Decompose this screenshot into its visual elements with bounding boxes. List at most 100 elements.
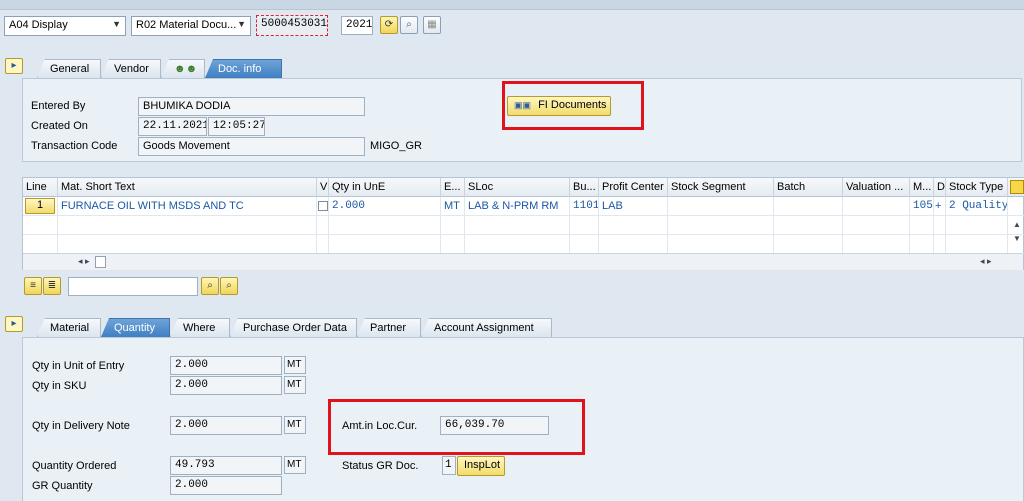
transaction-code-label: Transaction Code — [31, 140, 118, 152]
created-on-time-field: 12:05:27 — [208, 117, 265, 136]
created-on-date-field: 22.11.2021 — [138, 117, 207, 136]
chevron-down-icon: ▼ — [112, 19, 121, 29]
col-qty[interactable]: Qty in UnE — [329, 178, 441, 197]
status-gr-label: Status GR Doc. — [342, 460, 419, 472]
qty-delivery-note-label: Qty in Delivery Note — [32, 420, 130, 432]
transaction-code-field: Goods Movement — [138, 137, 365, 156]
reference-dropdown[interactable]: R02 Material Docu... ▼ — [131, 16, 251, 36]
qty-sku-unit: MT — [284, 376, 306, 394]
table-row[interactable]: 1 FURNACE OIL WITH MSDS AND TC 2.000 MT … — [23, 197, 1024, 216]
document-year-input[interactable]: 2021 — [341, 16, 373, 35]
col-sloc[interactable]: SLoc — [465, 178, 570, 197]
binoculars-icon[interactable]: ⌕ — [400, 16, 418, 34]
settings-icon[interactable]: ▦ — [423, 16, 441, 34]
row-unit: MT — [441, 197, 465, 216]
row-stock-type: 2 Quality — [946, 197, 1008, 216]
horizontal-scrollbar[interactable]: ◂ ▸ ◂ ▸ — [23, 253, 1023, 270]
fi-documents-label: FI Documents — [538, 99, 607, 111]
execute-icon[interactable]: ⟳ — [380, 16, 398, 34]
created-on-label: Created On — [31, 120, 88, 132]
amount-label: Amt.in Loc.Cur. — [342, 420, 418, 432]
deselect-all-icon[interactable]: ≣ — [43, 277, 61, 295]
scroll-thumb[interactable] — [95, 256, 106, 268]
qty-sku-field: 2.000 — [170, 376, 282, 395]
col-stock-segment[interactable]: Stock Segment — [668, 178, 774, 197]
reference-value: R02 Material Docu... — [136, 19, 237, 31]
qty-ordered-field: 49.793 — [170, 456, 282, 475]
qty-entry-field: 2.000 — [170, 356, 282, 375]
col-d[interactable]: D — [934, 178, 946, 197]
action-value: A04 Display — [9, 19, 68, 31]
amount-field: 66,039.70 — [440, 416, 549, 435]
qty-ordered-label: Quantity Ordered — [32, 460, 117, 472]
transaction-code-value: MIGO_GR — [370, 140, 422, 152]
entered-by-label: Entered By — [31, 100, 86, 112]
row-bu: 1101 — [570, 197, 599, 216]
column-settings-icon[interactable] — [1010, 180, 1024, 194]
qty-entry-unit: MT — [284, 356, 306, 374]
chevron-down-icon: ▼ — [237, 19, 246, 29]
row-sloc: LAB & N-PRM RM — [465, 197, 570, 216]
col-movement[interactable]: M... — [910, 178, 934, 197]
row-short-text: FURNACE OIL WITH MSDS AND TC — [58, 197, 317, 216]
col-line[interactable]: Line — [23, 178, 58, 197]
col-profit-center[interactable]: Profit Center — [599, 178, 668, 197]
gr-quantity-label: GR Quantity — [32, 480, 93, 492]
tab-purchase-order-data[interactable]: Purchase Order Data — [230, 318, 357, 337]
grid-search-input[interactable] — [68, 277, 198, 296]
documents-icon: ▣▣ — [514, 100, 532, 110]
col-short-text[interactable]: Mat. Short Text — [58, 178, 317, 197]
tab-where[interactable]: Where — [170, 318, 230, 337]
select-all-icon[interactable]: ≡ — [24, 277, 42, 295]
find-next-icon[interactable]: ⌕ — [220, 277, 238, 295]
document-number-input[interactable]: 5000453031 — [256, 15, 328, 36]
table-row — [23, 216, 1024, 235]
people-icon: ☻☻ — [174, 63, 198, 75]
tab-doc-info[interactable]: Doc. info — [205, 59, 282, 78]
table-row — [23, 235, 1024, 254]
row-movement: 105 — [910, 197, 934, 216]
row-d: + — [934, 197, 946, 216]
row-batch — [774, 197, 843, 216]
tab-partners[interactable]: ☻☻ — [161, 59, 205, 78]
row-valuation — [843, 197, 910, 216]
items-grid: Line Mat. Short Text V Qty in UnE E... S… — [22, 177, 1024, 270]
qty-ordered-unit: MT — [284, 456, 306, 474]
fi-documents-button[interactable]: ▣▣ FI Documents — [507, 96, 611, 116]
tab-material[interactable]: Material — [37, 318, 101, 337]
col-v[interactable]: V — [317, 178, 329, 197]
col-bu[interactable]: Bu... — [570, 178, 599, 197]
top-strip — [0, 0, 1024, 10]
status-gr-field: 1 — [442, 456, 456, 475]
grid-header: Line Mat. Short Text V Qty in UnE E... S… — [23, 178, 1024, 197]
tab-vendor[interactable]: Vendor — [101, 59, 161, 78]
find-icon[interactable]: ⌕ — [201, 277, 219, 295]
row-qty: 2.000 — [329, 197, 441, 216]
col-unit[interactable]: E... — [441, 178, 465, 197]
tab-partner[interactable]: Partner — [357, 318, 421, 337]
col-batch[interactable]: Batch — [774, 178, 843, 197]
scroll-left-icon[interactable]: ◂ ▸ — [78, 256, 90, 267]
row-checkbox[interactable] — [317, 197, 329, 216]
collapse-header-icon[interactable]: ▸ — [5, 58, 23, 74]
gr-quantity-field: 2.000 — [170, 476, 282, 495]
checkbox-icon[interactable] — [318, 201, 328, 211]
insplot-button[interactable]: InspLot — [457, 456, 505, 476]
qty-delivery-note-field: 2.000 — [170, 416, 282, 435]
collapse-detail-icon[interactable]: ▸ — [5, 316, 23, 332]
vertical-scrollbar[interactable]: ▲ ▼ — [1011, 218, 1023, 252]
tab-quantity[interactable]: Quantity — [101, 318, 170, 337]
qty-entry-label: Qty in Unit of Entry — [32, 360, 125, 372]
col-valuation[interactable]: Valuation ... — [843, 178, 910, 197]
qty-delivery-note-unit: MT — [284, 416, 306, 434]
qty-sku-label: Qty in SKU — [32, 380, 87, 392]
tab-account-assignment[interactable]: Account Assignment — [421, 318, 552, 337]
row-line-cell[interactable]: 1 — [23, 197, 58, 216]
row-profit-center: LAB — [599, 197, 668, 216]
row-stock-segment — [668, 197, 774, 216]
tab-general[interactable]: General — [37, 59, 101, 78]
col-stock-type[interactable]: Stock Type — [946, 178, 1008, 197]
action-dropdown[interactable]: A04 Display ▼ — [4, 16, 126, 36]
row-line-number[interactable]: 1 — [25, 198, 55, 214]
scroll-right-icon[interactable]: ◂ ▸ — [980, 256, 992, 267]
